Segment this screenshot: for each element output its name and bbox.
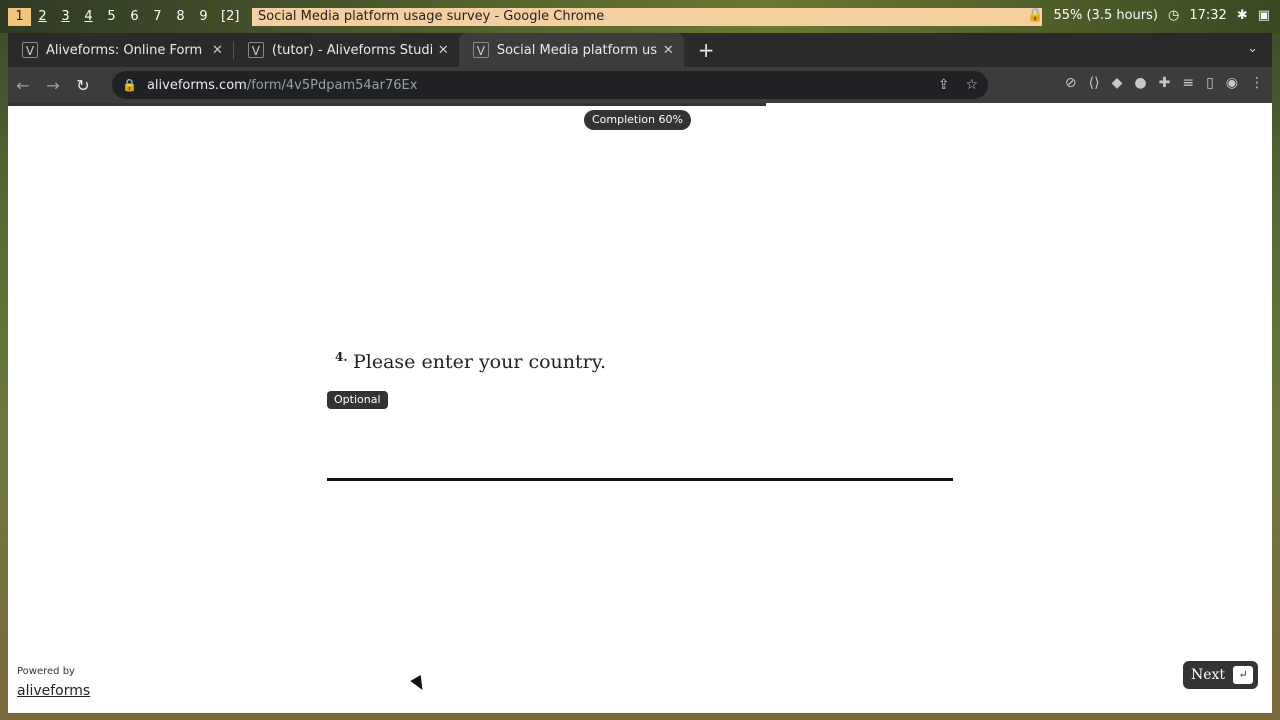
bookmark-star-icon[interactable]: ☆	[965, 77, 978, 93]
devtools-extension-icon[interactable]: ⟨⟩	[1089, 75, 1100, 91]
clock-icon: ◷	[1167, 8, 1180, 23]
tab-strip: V Aliveforms: Online Form Builder ✕ V (t…	[8, 33, 1272, 67]
tab-search-chevron-icon[interactable]: ⌄	[1247, 41, 1258, 56]
profile-avatar[interactable]: ◉	[1226, 75, 1238, 91]
optional-badge: Optional	[327, 391, 388, 409]
url-path: /form/4v5Pdpam54ar76Ex	[246, 77, 418, 93]
powered-by-label: Powered by	[17, 666, 75, 677]
browser-window: V Aliveforms: Online Form Builder ✕ V (t…	[8, 33, 1272, 713]
question-number: 4.	[335, 350, 348, 364]
extensions-puzzle-icon[interactable]: ✚	[1159, 75, 1171, 91]
next-button[interactable]: Next ↵	[1183, 661, 1258, 689]
workspace-list: 1 2 3 4 5 6 7 8 9	[8, 7, 215, 26]
window-manager-bar: 1 2 3 4 5 6 7 8 9 [2] Social Media platf…	[0, 0, 1280, 33]
network-icon[interactable]: ✱	[1237, 8, 1248, 23]
browser-toolbar: ← → ↻ 🔒 aliveforms.com/form/4v5Pdpam54ar…	[8, 67, 1272, 103]
workspace-9[interactable]: 9	[192, 8, 215, 26]
workspace-1[interactable]: 1	[8, 7, 31, 26]
form-page: Completion 60% 4. Please enter your coun…	[8, 103, 1272, 713]
extensions-area: ⊘ ⟨⟩ ◆ ● ✚ ≡ ▯ ◉ ⋮	[1065, 75, 1264, 91]
aliveforms-favicon-icon: V	[247, 42, 264, 58]
battery-icon: 🔒	[1027, 8, 1044, 23]
url-host: aliveforms.com	[146, 77, 247, 93]
battery-status: 55% (3.5 hours)	[1053, 8, 1158, 23]
aliveforms-favicon-icon: V	[22, 42, 38, 58]
window-title: Social Media platform usage survey - Goo…	[252, 8, 1042, 26]
side-panel-icon[interactable]: ▯	[1206, 75, 1214, 91]
tab-label: Social Media platform usage survey	[496, 42, 657, 58]
tab-label: (tutor) - Aliveforms Studio	[271, 42, 432, 58]
workspace-4[interactable]: 4	[77, 8, 100, 26]
close-tab-icon[interactable]: ✕	[663, 43, 674, 58]
tab-aliveforms-builder[interactable]: V Aliveforms: Online Form Builder ✕	[8, 33, 233, 67]
tab-aliveforms-studio[interactable]: V (tutor) - Aliveforms Studio ✕	[234, 33, 459, 67]
window-count: [2]	[221, 9, 240, 24]
reload-button[interactable]: ↻	[68, 76, 98, 95]
enter-key-icon: ↵	[1233, 666, 1254, 684]
adblock-icon[interactable]: ●	[1134, 75, 1146, 91]
reading-list-icon[interactable]: ≡	[1182, 75, 1194, 91]
close-tab-icon[interactable]: ✕	[212, 43, 223, 58]
workspace-2[interactable]: 2	[31, 8, 54, 26]
completion-progress-fill	[8, 103, 767, 106]
question-text: Please enter your country.	[353, 351, 607, 373]
menu-kebab-icon[interactable]: ⋮	[1250, 75, 1264, 91]
clock: 17:32	[1189, 8, 1227, 23]
completion-progress-bar	[8, 103, 1272, 106]
forward-button[interactable]: →	[38, 76, 68, 95]
address-bar[interactable]: 🔒 aliveforms.com/form/4v5Pdpam54ar76Ex ⇪…	[112, 71, 988, 99]
tab-label: Aliveforms: Online Form Builder	[46, 42, 206, 58]
workspace-7[interactable]: 7	[146, 8, 169, 26]
workspace-3[interactable]: 3	[54, 8, 77, 26]
camera-icon[interactable]: ▣	[1258, 8, 1270, 23]
aliveforms-favicon-icon: V	[472, 42, 489, 58]
share-icon[interactable]: ⇪	[938, 77, 950, 93]
workspace-5[interactable]: 5	[100, 8, 123, 26]
lock-icon[interactable]: 🔒	[122, 78, 137, 92]
tab-survey[interactable]: V Social Media platform usage survey ✕	[458, 33, 684, 67]
system-tray: 🔒 55% (3.5 hours) ◷ 17:32 ✱ ▣	[1027, 8, 1270, 23]
tag-extension-icon[interactable]: ◆	[1112, 75, 1123, 91]
new-tab-button[interactable]: +	[698, 38, 715, 62]
workspace-6[interactable]: 6	[123, 8, 146, 26]
close-tab-icon[interactable]: ✕	[438, 43, 449, 58]
back-button[interactable]: ←	[8, 76, 38, 95]
workspace-8[interactable]: 8	[169, 8, 192, 26]
omnibox-actions: ⇪ ☆	[938, 77, 978, 93]
country-input[interactable]	[327, 433, 953, 481]
mouse-cursor-icon	[410, 674, 428, 694]
aliveforms-link[interactable]: aliveforms	[17, 683, 90, 699]
completion-badge: Completion 60%	[584, 110, 691, 130]
extension-icon[interactable]: ⊘	[1065, 75, 1077, 91]
next-label: Next	[1191, 667, 1226, 683]
